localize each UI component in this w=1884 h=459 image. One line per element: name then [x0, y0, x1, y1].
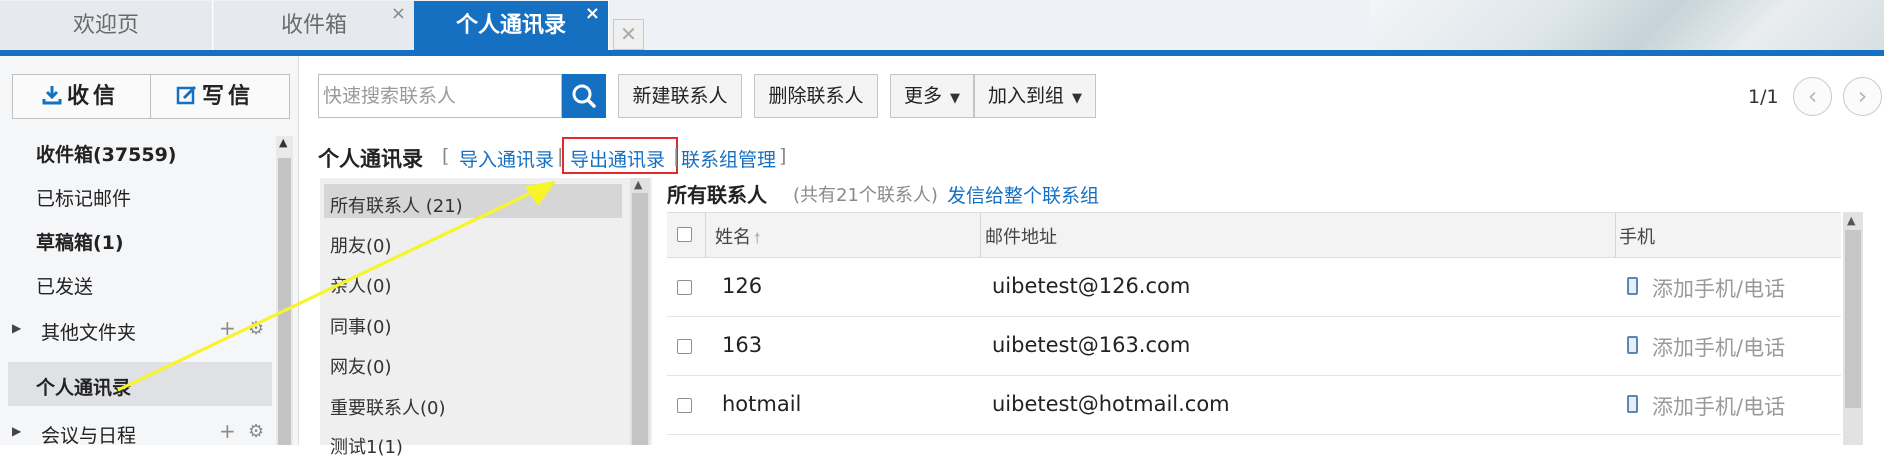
download-icon [42, 86, 62, 105]
tab-contacts[interactable]: 个人通讯录 × [414, 1, 609, 50]
bracket-open: [ [442, 145, 450, 167]
contact-email: uibetest@163.com [992, 333, 1191, 357]
sidebar-scrollbar-thumb[interactable] [278, 158, 291, 445]
page-indicator: 1/1 [1748, 86, 1779, 108]
contact-name: 126 [722, 274, 763, 298]
add-phone-link[interactable]: 添加手机/电话 [1652, 332, 1785, 362]
close-icon[interactable]: × [585, 0, 600, 38]
table-row[interactable]: hotmail uibetest@hotmail.com 添加手机/电话 [667, 376, 1841, 435]
tab-welcome[interactable]: 欢迎页 [0, 1, 213, 50]
row-checkbox[interactable] [677, 280, 692, 295]
search-icon [572, 84, 596, 108]
contact-email: uibetest@126.com [992, 274, 1191, 298]
tab-label: 个人通讯录 [455, 13, 566, 38]
export-highlight-box [562, 137, 678, 174]
add-folder-icon[interactable]: + [219, 316, 236, 340]
contact-search-box [318, 74, 562, 118]
group-item-colleagues[interactable]: 同事(0) [330, 313, 392, 339]
close-all-tabs-icon[interactable]: ✕ [613, 19, 644, 50]
contact-name: 163 [722, 333, 763, 357]
group-item-netfriends[interactable]: 网友(0) [330, 353, 392, 379]
chevron-down-icon: ▼ [1072, 91, 1082, 106]
link-separator: | [673, 145, 680, 167]
column-header-name[interactable]: 姓名 🠕 [715, 223, 760, 253]
next-page-icon[interactable]: › [1843, 77, 1882, 116]
table-row[interactable] [667, 435, 1841, 445]
add-to-group-dropdown[interactable]: 加入到组 ▼ [974, 74, 1096, 118]
group-list: 所有联系人 (21) 朋友(0) 亲人(0) 同事(0) 网友(0) 重要联系人… [320, 178, 652, 458]
phone-icon [1627, 277, 1638, 295]
column-label: 姓名 [715, 227, 751, 248]
column-header-email[interactable]: 邮件地址 [985, 223, 1057, 249]
bracket-close: ] [779, 145, 787, 167]
gear-icon[interactable]: ⚙ [248, 318, 264, 339]
sidebar-item-calendar[interactable]: 会议与日程 [41, 421, 136, 448]
group-item-test[interactable]: 测试1(1) [330, 433, 403, 459]
group-management-link[interactable]: 联系组管理 [681, 145, 776, 172]
send-to-group-link[interactable]: 发信给整个联系组 [947, 181, 1099, 208]
scroll-up-icon[interactable]: ▲ [634, 178, 642, 191]
compose-button-group: 收信 写信 [12, 74, 290, 119]
sidebar-item-flagged[interactable]: 已标记邮件 [36, 184, 131, 211]
new-contact-button[interactable]: 新建联系人 [618, 74, 742, 118]
chevron-down-icon: ▼ [950, 91, 960, 106]
gear-icon[interactable]: ⚙ [248, 421, 264, 442]
contacts-scrollbar-thumb[interactable] [1845, 230, 1861, 408]
group-item-friends[interactable]: 朋友(0) [330, 232, 392, 258]
group-item-important[interactable]: 重要联系人(0) [330, 394, 446, 420]
sidebar-item-drafts[interactable]: 草稿箱(1) [36, 228, 124, 255]
expand-caret-icon[interactable]: ▶ [12, 424, 21, 438]
select-all-checkbox[interactable] [677, 227, 692, 242]
column-divider [980, 212, 981, 258]
button-divider [150, 75, 151, 118]
contact-name: hotmail [722, 392, 802, 416]
table-row[interactable]: 126 uibetest@126.com 添加手机/电话 [667, 258, 1841, 317]
column-divider [1615, 212, 1616, 258]
write-button[interactable]: 写信 [176, 75, 254, 118]
sidebar-item-sent[interactable]: 已发送 [36, 272, 93, 299]
group-list-scrollbar-thumb[interactable] [632, 193, 648, 445]
header-decoration [1370, 0, 1884, 51]
page-title: 个人通讯录 [318, 147, 423, 171]
contact-email: uibetest@hotmail.com [992, 392, 1230, 416]
group-item-family[interactable]: 亲人(0) [330, 272, 392, 298]
sidebar-item-inbox[interactable]: 收件箱(37559) [36, 140, 176, 167]
search-button[interactable] [562, 74, 606, 118]
row-checkbox[interactable] [677, 339, 692, 354]
sort-arrow-up-icon: 🠕 [754, 229, 761, 247]
receive-button[interactable]: 收信 [41, 75, 119, 118]
row-checkbox[interactable] [677, 398, 692, 413]
tab-inbox[interactable]: 收件箱 × [214, 1, 415, 50]
tab-label: 收件箱 [280, 13, 347, 38]
table-row[interactable]: 163 uibetest@163.com 添加手机/电话 [667, 317, 1841, 376]
column-header-phone[interactable]: 手机 [1619, 223, 1655, 249]
close-icon[interactable]: × [391, 0, 406, 38]
scroll-up-icon[interactable]: ▲ [1847, 214, 1855, 227]
more-label: 更多 [903, 85, 942, 107]
contacts-count: (共有21个联系人) [793, 185, 938, 206]
add-calendar-icon[interactable]: + [219, 419, 236, 443]
table-header: 姓名 🠕 邮件地址 手机 [667, 212, 1841, 258]
pen-icon [176, 85, 197, 105]
add-phone-link[interactable]: 添加手机/电话 [1652, 391, 1785, 421]
add-to-group-label: 加入到组 [987, 85, 1064, 107]
receive-label: 收信 [67, 84, 120, 109]
contacts-title: 所有联系人 [667, 183, 767, 207]
phone-icon [1627, 395, 1638, 413]
group-item-all[interactable]: 所有联系人 (21) [330, 192, 463, 218]
delete-contact-button[interactable]: 删除联系人 [754, 74, 878, 118]
sidebar-item-contacts[interactable]: 个人通讯录 [36, 373, 131, 400]
scroll-up-icon[interactable]: ▲ [279, 136, 287, 149]
search-input[interactable] [319, 75, 560, 117]
column-divider [705, 212, 706, 258]
sidebar-item-other-folders[interactable]: 其他文件夹 [41, 318, 136, 345]
phone-icon [1627, 336, 1638, 354]
add-phone-link[interactable]: 添加手机/电话 [1652, 273, 1785, 303]
prev-page-icon[interactable]: ‹ [1793, 77, 1832, 116]
import-contacts-link[interactable]: 导入通讯录 [459, 145, 554, 172]
write-label: 写信 [202, 84, 255, 109]
tab-label: 欢迎页 [72, 13, 139, 38]
more-dropdown[interactable]: 更多 ▼ [890, 74, 974, 118]
expand-caret-icon[interactable]: ▶ [12, 321, 21, 335]
